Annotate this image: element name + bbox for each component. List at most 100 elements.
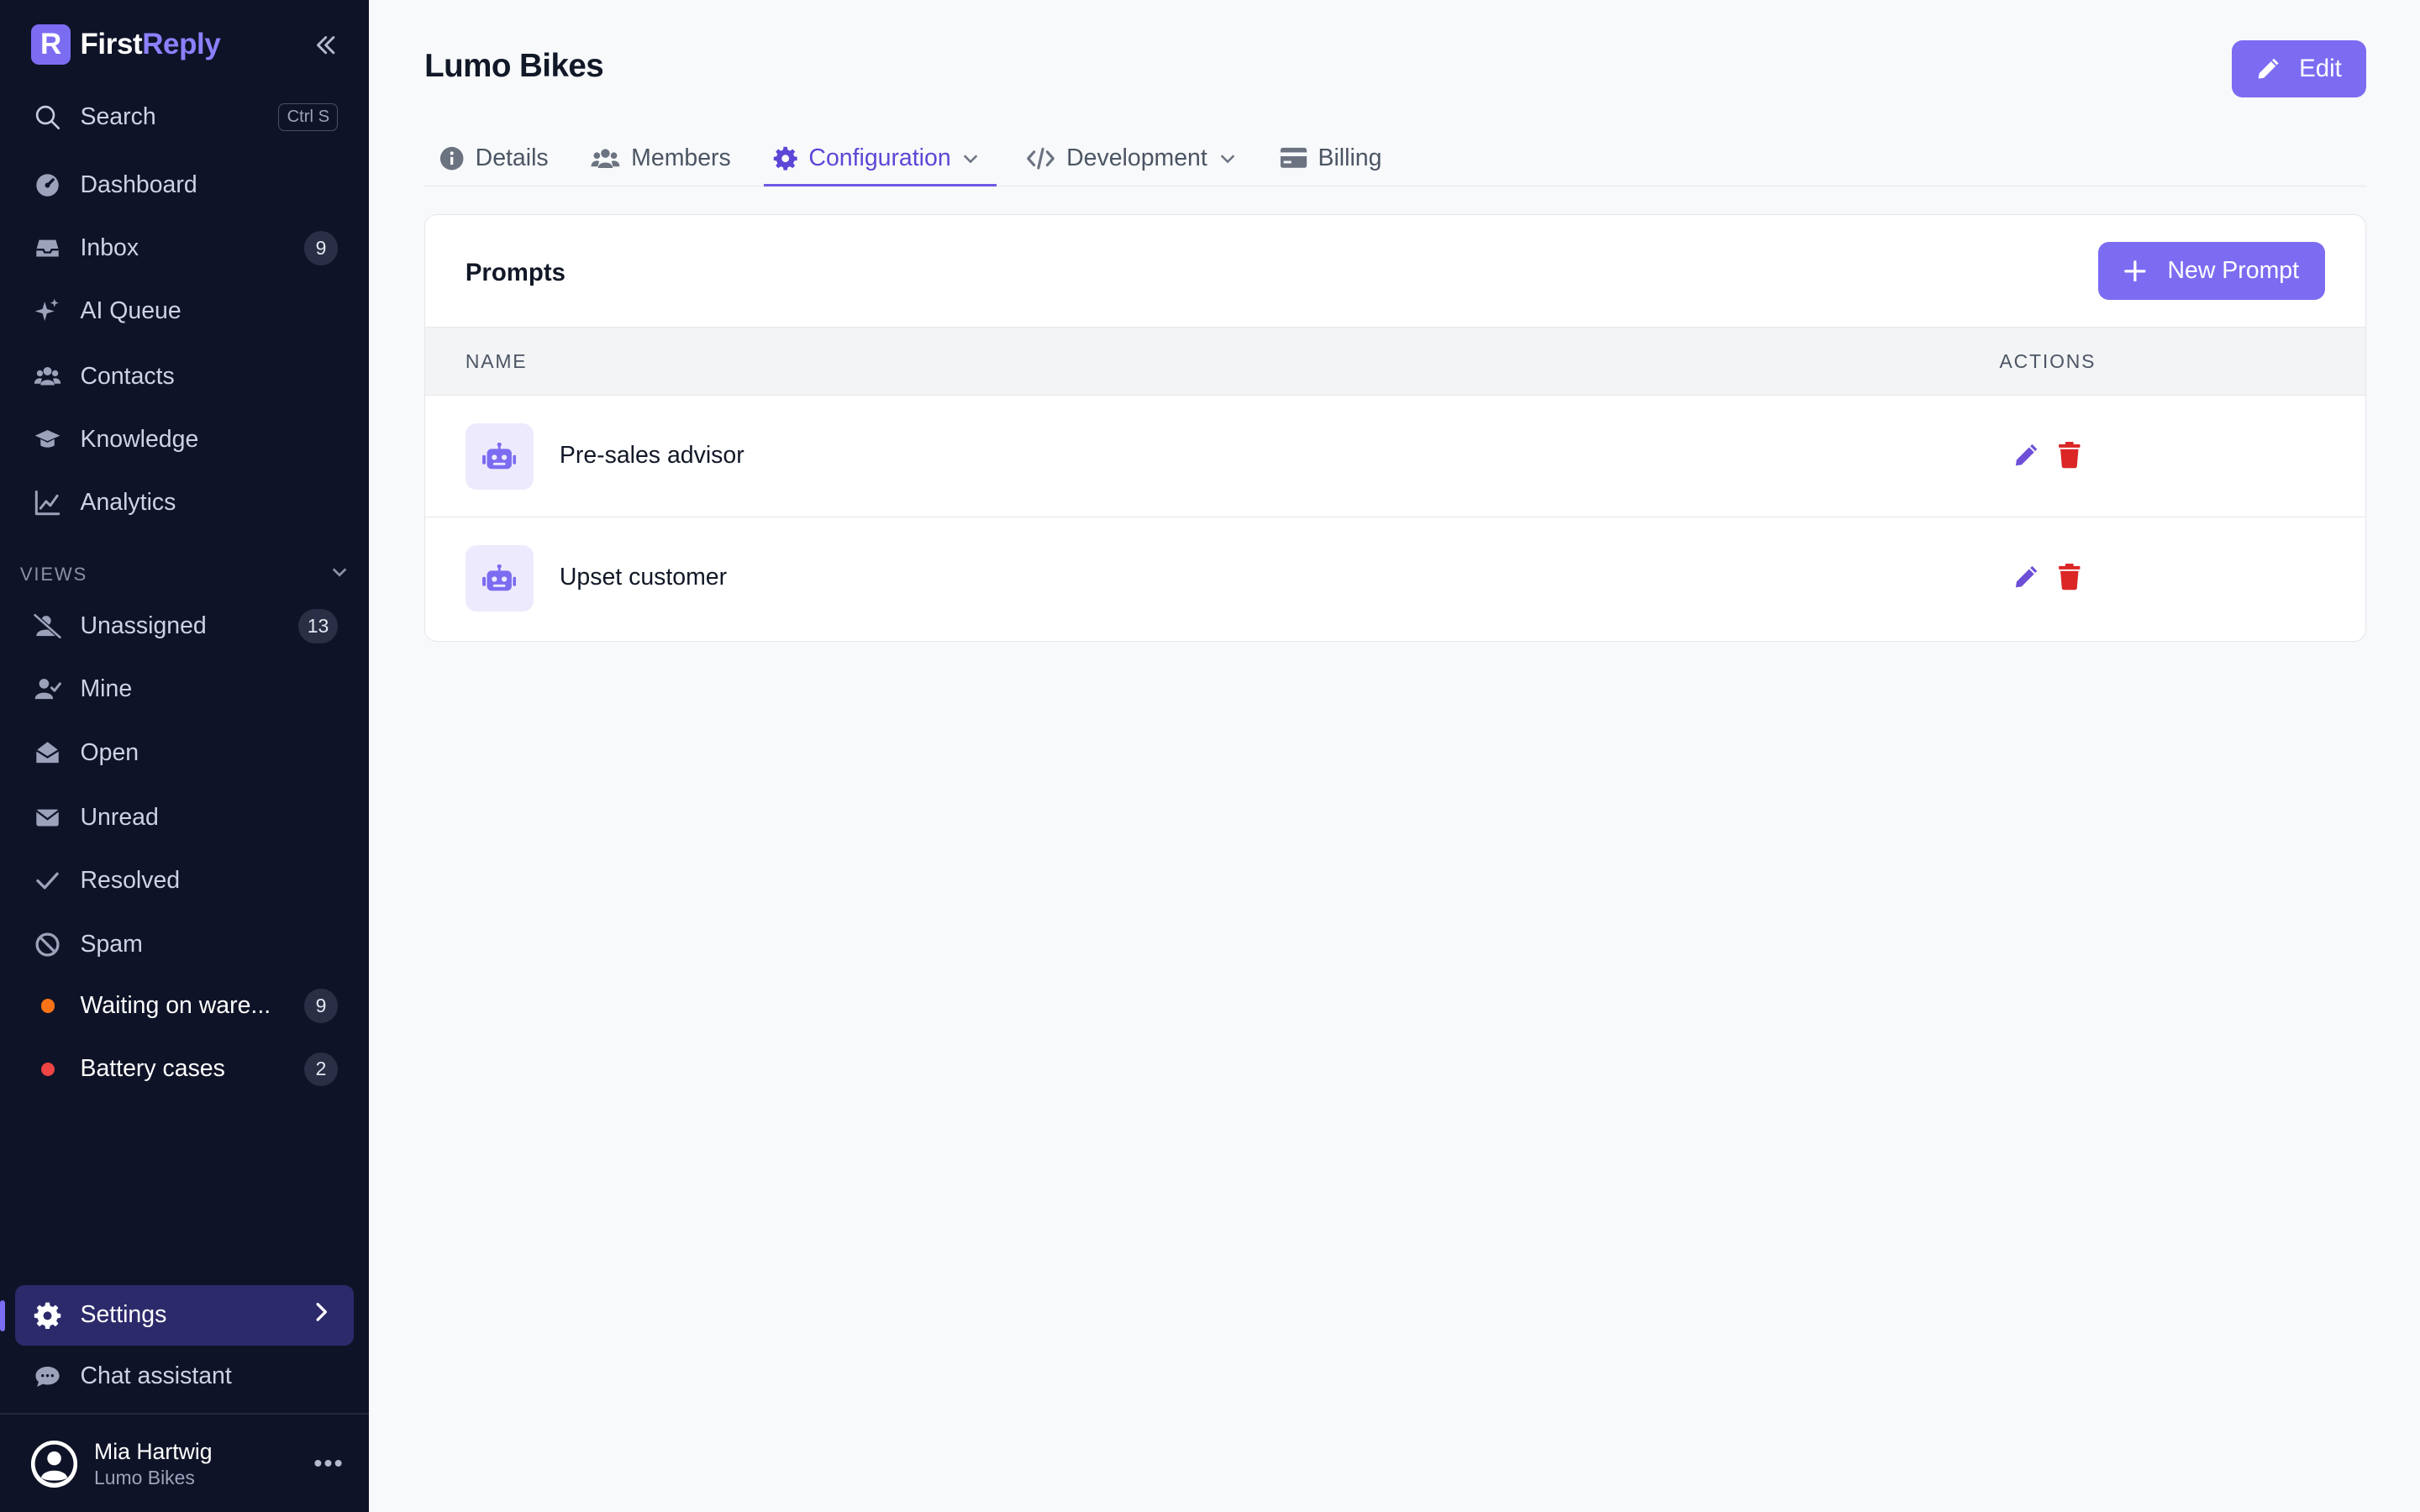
views-section-header[interactable]: VIEWS (20, 563, 349, 586)
active-indicator (0, 1300, 5, 1332)
new-prompt-button[interactable]: New Prompt (2098, 241, 2326, 301)
tab-label: Billing (1318, 144, 1382, 171)
sidebar: R FirstReply Search Ctrl S Dashboard Inb… (0, 0, 369, 1512)
graduation-cap-icon (33, 424, 64, 455)
user-org: Lumo Bikes (94, 1466, 195, 1488)
credit-card-icon (1280, 147, 1307, 169)
search-icon (33, 102, 64, 133)
sidebar-item-label: Spam (80, 930, 143, 958)
search-shortcut: Ctrl S (278, 103, 339, 131)
avatar (30, 1441, 77, 1488)
sidebar-item-dashboard[interactable]: Dashboard (15, 157, 353, 213)
more-options-icon[interactable]: ••• (313, 1450, 344, 1478)
chevron-right-icon (310, 1301, 332, 1330)
card-title: Prompts (465, 258, 566, 286)
trash-icon[interactable] (2058, 442, 2081, 469)
tab-development[interactable]: Development (1026, 129, 1236, 186)
sidebar-item-spam[interactable]: Spam (15, 916, 353, 972)
table-row[interactable]: Pre-sales advisor (425, 396, 2365, 518)
tab-bar: Details Members Configuration Developmen… (424, 129, 2366, 187)
logo-mark: R (30, 24, 71, 66)
battery-count-badge: 2 (303, 1052, 339, 1087)
users-icon (33, 361, 64, 392)
sidebar-item-settings[interactable]: Settings (15, 1284, 354, 1346)
sidebar-item-label: Resolved (80, 867, 181, 895)
sidebar-divider (0, 1413, 369, 1415)
tab-configuration[interactable]: Configuration (773, 129, 980, 186)
search-label: Search (80, 103, 156, 131)
sidebar-item-resolved[interactable]: Resolved (15, 853, 353, 909)
prompt-name: Pre-sales advisor (559, 442, 744, 470)
app-logo[interactable]: R FirstReply (30, 24, 341, 66)
ban-icon (33, 929, 64, 960)
tab-label: Members (631, 144, 731, 171)
sidebar-item-label: Battery cases (80, 1055, 225, 1083)
chevron-down-icon (1218, 149, 1237, 167)
red-dot-icon (33, 1053, 64, 1084)
chart-line-icon (33, 487, 64, 518)
tab-billing[interactable]: Billing (1280, 129, 1382, 186)
sidebar-item-unread[interactable]: Unread (15, 790, 353, 845)
info-circle-icon (439, 146, 464, 171)
sidebar-item-label: Inbox (80, 234, 139, 262)
active-tab-underline (764, 183, 997, 187)
app-name-accent: Reply (142, 28, 221, 61)
envelope-open-icon (33, 738, 64, 769)
chat-bubble-icon (33, 1361, 64, 1392)
sparkles-icon (33, 297, 64, 328)
orange-dot-icon (33, 990, 64, 1021)
sidebar-item-mine[interactable]: Mine (15, 662, 353, 717)
prompt-name: Upset customer (559, 564, 728, 591)
sidebar-item-chat-assistant[interactable]: Chat assistant (15, 1348, 353, 1404)
gear-icon (33, 1299, 64, 1331)
sidebar-item-label: Mine (80, 675, 133, 703)
sidebar-item-unassigned[interactable]: Unassigned 13 (15, 599, 353, 654)
views-label: VIEWS (19, 564, 88, 585)
robot-icon (465, 545, 534, 612)
table-row[interactable]: Upset customer (425, 517, 2365, 639)
waiting-count-badge: 9 (303, 989, 339, 1023)
sidebar-item-battery-cases[interactable]: Battery cases 2 (15, 1042, 353, 1097)
sidebar-item-label: Dashboard (80, 171, 197, 198)
sidebar-item-label: Contacts (80, 362, 175, 390)
sidebar-item-analytics[interactable]: Analytics (15, 475, 353, 531)
robot-icon (465, 423, 534, 491)
envelope-icon (33, 802, 64, 833)
tab-details[interactable]: Details (439, 129, 549, 186)
sidebar-item-knowledge[interactable]: Knowledge (15, 412, 353, 467)
new-prompt-label: New Prompt (2167, 256, 2300, 284)
edit-pencil-icon[interactable] (2013, 442, 2039, 468)
page-title: Lumo Bikes (424, 47, 604, 84)
edit-button[interactable]: Edit (2231, 39, 2366, 97)
sidebar-item-contacts[interactable]: Contacts (15, 349, 353, 404)
search-button[interactable]: Search Ctrl S (15, 90, 353, 145)
trash-icon[interactable] (2058, 564, 2081, 591)
user-check-icon (33, 675, 64, 706)
sidebar-item-label: Unassigned (80, 612, 207, 640)
inbox-count-badge: 9 (303, 231, 339, 265)
user-slash-icon (33, 611, 64, 642)
users-icon (591, 146, 620, 171)
app-name: FirstReply (80, 28, 220, 61)
edit-label: Edit (2299, 54, 2342, 82)
unassigned-count-badge: 13 (297, 609, 339, 643)
column-header-name: NAME (465, 350, 528, 373)
sidebar-item-ai-queue[interactable]: AI Queue (15, 284, 353, 339)
user-menu[interactable]: Mia Hartwig Lumo Bikes ••• (30, 1438, 345, 1490)
edit-pencil-icon[interactable] (2013, 564, 2039, 590)
sidebar-item-inbox[interactable]: Inbox 9 (15, 221, 353, 276)
pencil-icon (2256, 56, 2281, 81)
sidebar-item-open[interactable]: Open (15, 725, 353, 780)
sidebar-item-label: Unread (80, 803, 159, 831)
tab-label: Configuration (808, 144, 951, 171)
tab-members[interactable]: Members (591, 129, 731, 186)
dashboard-icon (33, 170, 64, 201)
code-icon (1026, 146, 1055, 171)
sidebar-item-label: Settings (80, 1301, 167, 1329)
collapse-sidebar-icon[interactable] (310, 29, 341, 60)
user-name: Mia Hartwig (94, 1439, 213, 1465)
sidebar-item-label: Open (80, 738, 139, 766)
sidebar-item-waiting-on-warehouse[interactable]: Waiting on ware... 9 (15, 978, 353, 1033)
sidebar-item-label: Chat assistant (80, 1362, 232, 1389)
sidebar-item-label: Analytics (80, 489, 176, 517)
